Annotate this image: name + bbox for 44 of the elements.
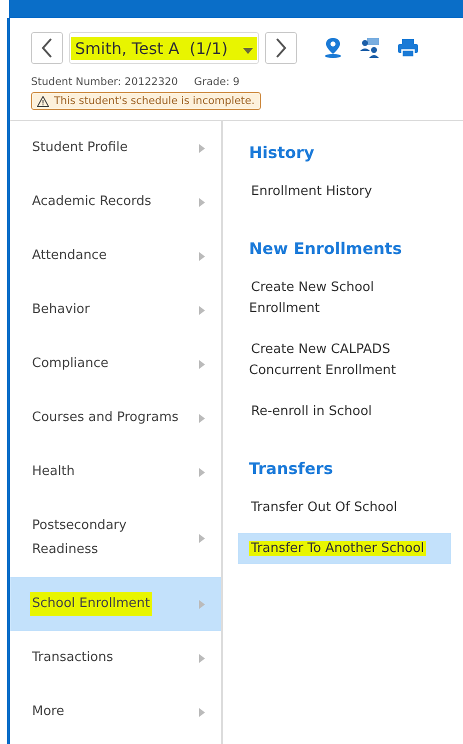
sidebar-item[interactable]: Courses and Programs (10, 391, 221, 445)
sidebar-item[interactable]: Transactions (10, 631, 221, 685)
menu-link[interactable]: Transfer Out Of School (238, 492, 451, 523)
sidebar-item[interactable]: Attendance (10, 229, 221, 283)
warning-icon (37, 96, 49, 106)
sidebar-item[interactable]: Behavior (10, 283, 221, 337)
student-dropdown[interactable]: Smith, Test A (1/1) (69, 32, 259, 64)
sidebar-item[interactable]: More (10, 685, 221, 739)
next-button[interactable] (265, 32, 297, 64)
caret-down-icon (243, 48, 253, 54)
arrow-right-icon (199, 360, 205, 368)
menu-link[interactable]: Transfer To Another School (238, 533, 451, 564)
sidebar-item[interactable]: School Enrollment (10, 577, 221, 631)
location-pin-icon[interactable] (323, 37, 343, 59)
chevron-left-icon (41, 38, 53, 58)
menu-link[interactable]: Create New CALPADS Concurrent Enrollment (238, 334, 451, 386)
people-icon[interactable] (359, 37, 381, 59)
arrow-right-icon (199, 468, 205, 476)
arrow-right-icon (199, 144, 205, 152)
sidebar-item[interactable]: Compliance (10, 337, 221, 391)
menu-link[interactable]: Enrollment History (238, 176, 451, 207)
sidebar-item[interactable]: Postsecondary Readiness (10, 499, 221, 577)
grade-text: Grade: 9 (194, 76, 240, 88)
sidebar-item[interactable]: Academic Records (10, 175, 221, 229)
sidebar-item[interactable]: Health (10, 445, 221, 499)
section-heading: History (248, 143, 316, 162)
section-heading: New Enrollments (248, 239, 403, 258)
student-number: Student Number: 20122320 (31, 76, 178, 88)
arrow-right-icon (199, 534, 205, 542)
arrow-right-icon (199, 252, 205, 260)
warning-text: This student's schedule is incomplete. (54, 95, 255, 107)
sidebar-item[interactable]: Student Profile (10, 121, 221, 175)
previous-button[interactable] (31, 32, 63, 64)
chevron-right-icon (275, 38, 287, 58)
menu-link[interactable]: Create New School Enrollment (238, 272, 451, 324)
menu-link[interactable]: Re-enroll in School (238, 396, 451, 427)
printer-icon[interactable] (397, 38, 419, 58)
arrow-right-icon (199, 198, 205, 206)
arrow-right-icon (199, 708, 205, 716)
arrow-right-icon (199, 654, 205, 662)
section-heading: Transfers (248, 459, 334, 478)
arrow-right-icon (199, 306, 205, 314)
arrow-right-icon (199, 600, 205, 608)
arrow-right-icon (199, 414, 205, 422)
